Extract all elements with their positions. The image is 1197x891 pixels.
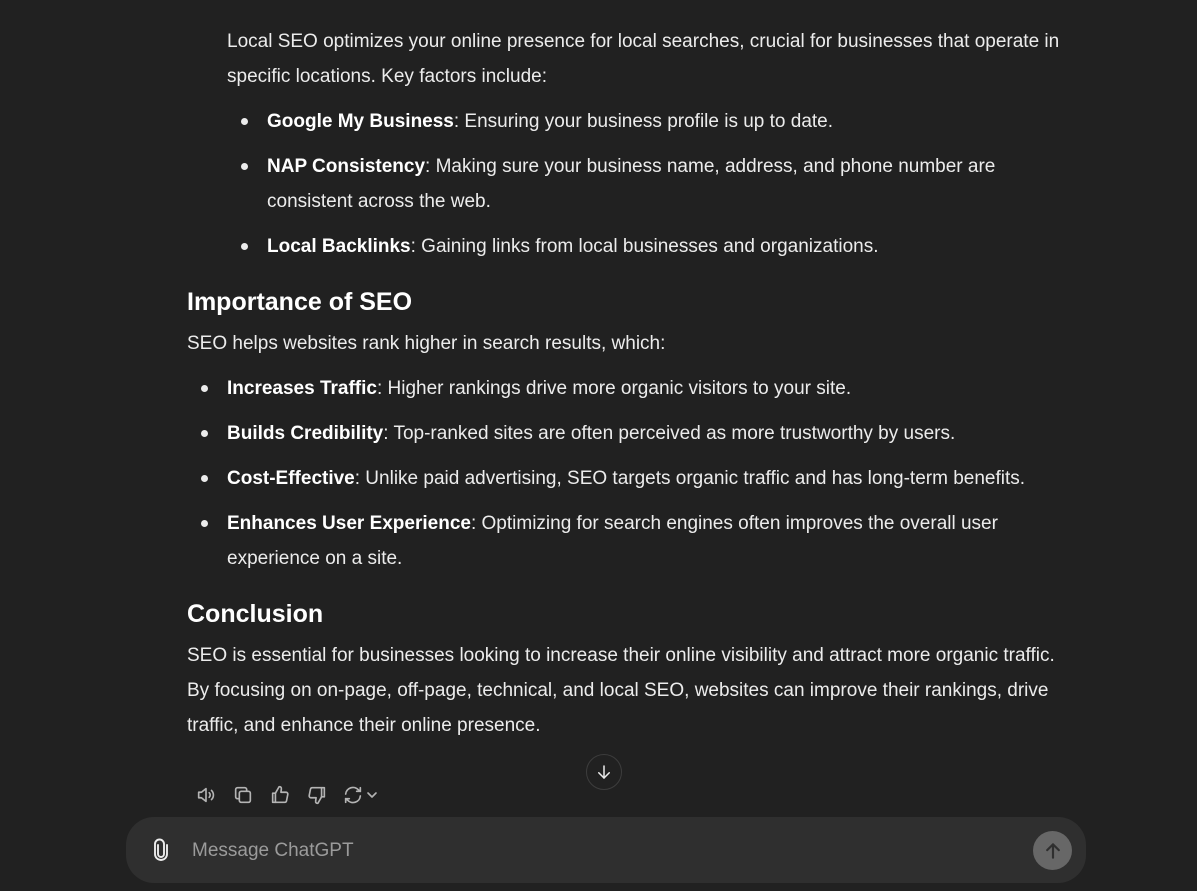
assistant-message: Local SEO optimizes your online presence… (187, 24, 1067, 743)
arrow-up-icon (1045, 842, 1060, 859)
copy-icon (234, 786, 251, 804)
message-actions (187, 780, 385, 810)
arrow-down-icon (598, 765, 610, 779)
local-seo-factors-list: Google My Business: Ensuring your busine… (187, 104, 1067, 264)
list-item: Enhances User Experience: Optimizing for… (201, 506, 1067, 576)
message-input[interactable] (190, 835, 1014, 867)
list-item: Builds Credibility: Top-ranked sites are… (201, 416, 1067, 451)
list-item: Increases Traffic: Higher rankings drive… (201, 371, 1067, 406)
chat-page: Local SEO optimizes your online presence… (0, 0, 1197, 891)
regenerate-button[interactable] (335, 780, 385, 810)
importance-intro: SEO helps websites rank higher in search… (187, 333, 666, 354)
importance-heading: Importance of SEO (187, 288, 413, 316)
paperclip-icon (154, 838, 168, 861)
read-aloud-icon (197, 787, 214, 803)
list-item: Google My Business: Ensuring your busine… (241, 104, 1067, 139)
scroll-to-bottom-button[interactable] (586, 754, 622, 790)
message-composer (126, 817, 1086, 883)
thumbs-up-button[interactable] (261, 780, 298, 810)
copy-button[interactable] (224, 780, 261, 810)
read-aloud-button[interactable] (187, 780, 224, 810)
importance-list: Increases Traffic: Higher rankings drive… (187, 371, 1067, 576)
thumbs-down-icon (307, 786, 325, 805)
conclusion-text: SEO is essential for businesses looking … (187, 645, 1055, 736)
conclusion-heading: Conclusion (187, 600, 324, 628)
send-button[interactable] (1033, 831, 1072, 870)
local-seo-intro: Local SEO optimizes your online presence… (227, 31, 1060, 87)
thumbs-down-button[interactable] (298, 780, 335, 810)
chevron-down-icon (367, 792, 377, 798)
list-item: Cost-Effective: Unlike paid advertising,… (201, 461, 1067, 496)
thumbs-up-icon (271, 785, 289, 804)
attach-button[interactable] (148, 837, 174, 863)
list-item: NAP Consistency: Making sure your busine… (241, 149, 1067, 219)
regenerate-icon (344, 786, 362, 804)
list-item: Local Backlinks: Gaining links from loca… (241, 229, 1067, 264)
